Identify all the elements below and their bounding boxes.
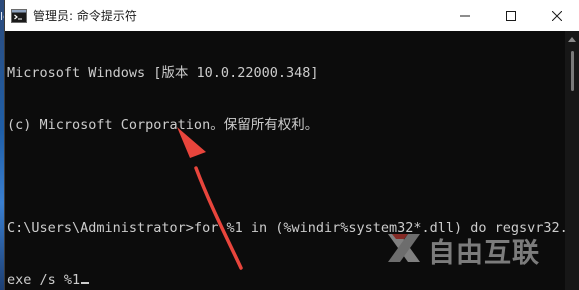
title-bar[interactable]: 管理员: 命令提示符	[5, 0, 579, 31]
window-title: 管理员: 命令提示符	[33, 9, 137, 23]
scroll-thumb[interactable]	[571, 51, 574, 91]
minimize-button[interactable]	[442, 0, 488, 31]
console-line: Microsoft Windows [版本 10.0.22000.348]	[7, 65, 319, 82]
watermark: 自由互联	[384, 226, 540, 274]
minimize-icon	[460, 11, 470, 21]
text-cursor	[81, 281, 90, 284]
maximize-icon	[506, 10, 516, 21]
console-line: (c) Microsoft Corporation。保留所有权利。	[7, 117, 319, 133]
cmd-app-icon[interactable]	[11, 8, 27, 24]
scroll-up-arrow-icon[interactable]	[568, 37, 576, 42]
close-button[interactable]	[534, 0, 579, 31]
console-line-text: exe /s %1	[7, 271, 81, 288]
console-command-line[interactable]: exe /s %1	[7, 272, 565, 289]
vertical-scrollbar[interactable]	[565, 31, 579, 290]
close-icon	[552, 10, 562, 21]
caption-buttons	[442, 0, 579, 31]
watermark-text: 自由互联	[428, 237, 540, 269]
watermark-logo-icon	[384, 228, 424, 272]
maximize-button[interactable]	[488, 0, 534, 31]
